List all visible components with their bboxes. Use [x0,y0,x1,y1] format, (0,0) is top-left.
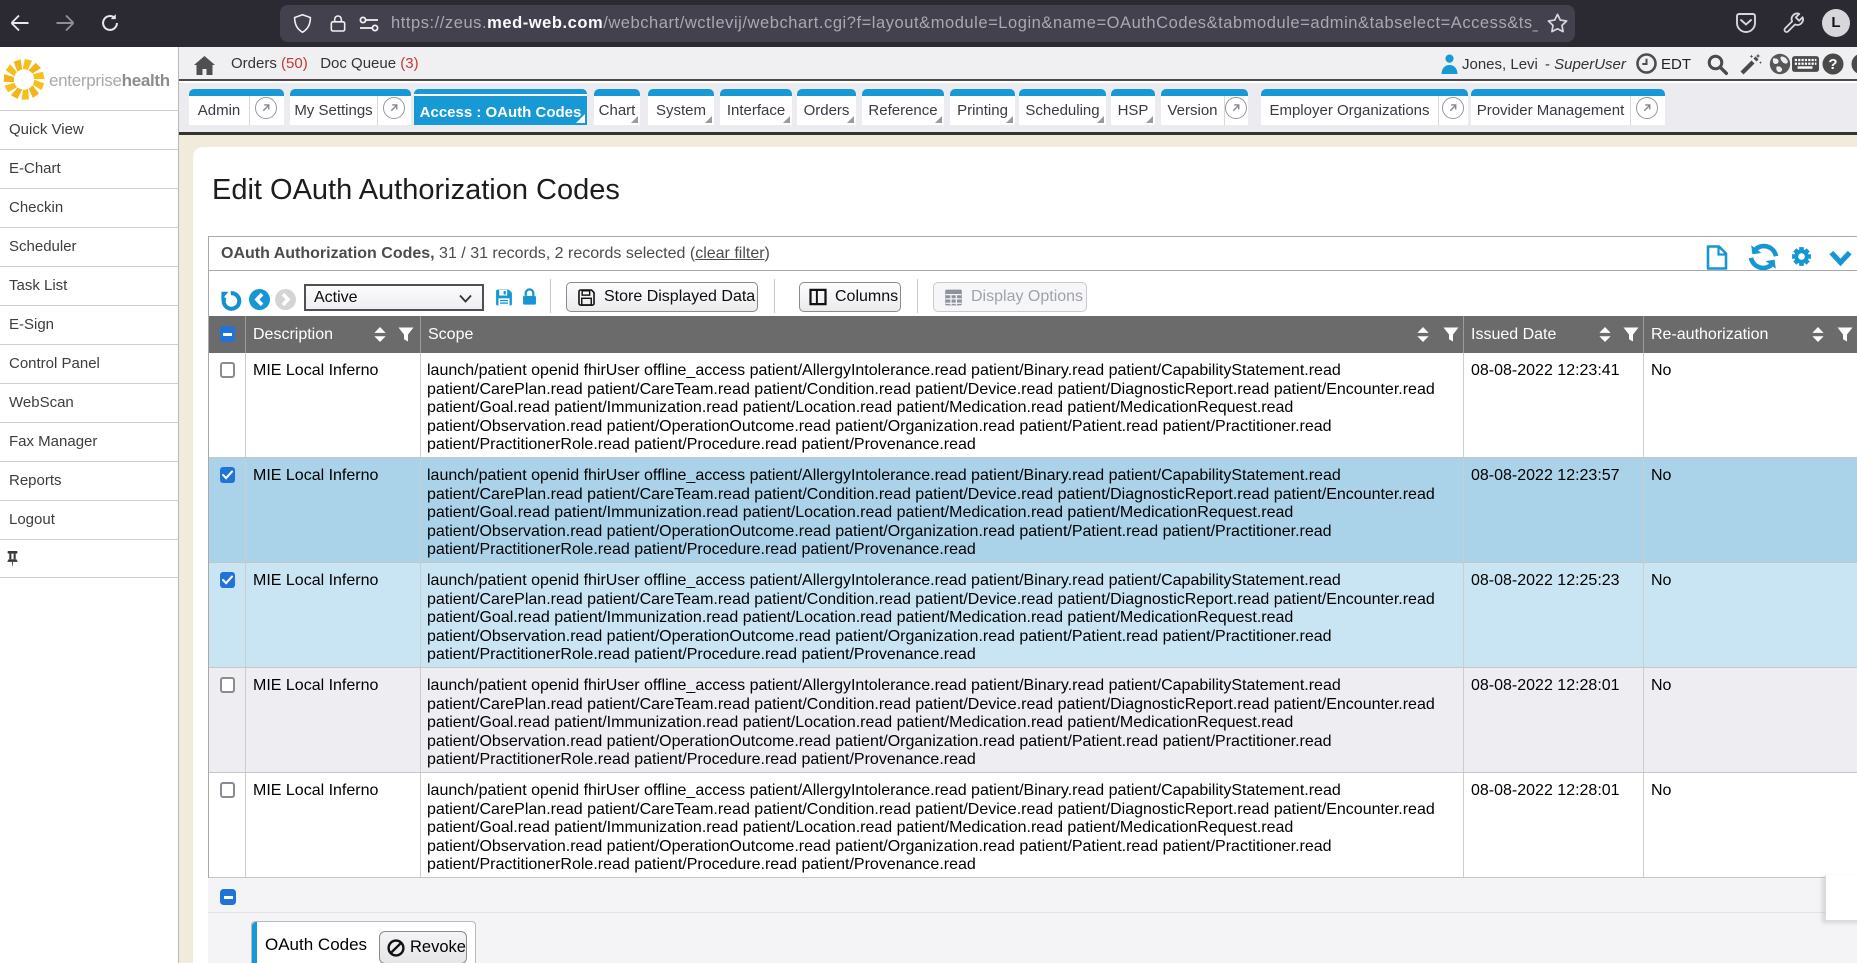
svg-text:?: ? [1828,56,1837,73]
